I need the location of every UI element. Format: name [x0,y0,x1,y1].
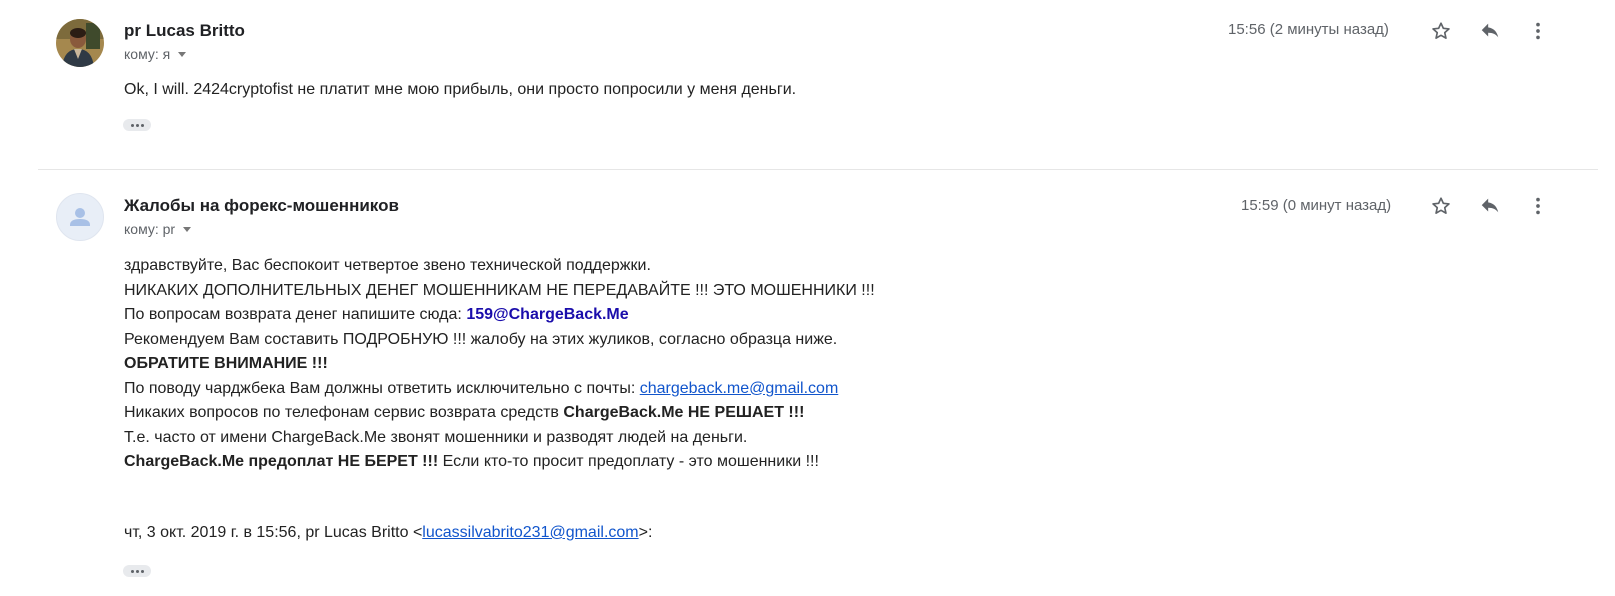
ellipsis-dot [140,123,144,127]
phone-bold-text: ChargeBack.Me НЕ РЕШАЕТ !!! [563,404,805,421]
body-line-greeting: здравствуйте, Вас беспокоит четвертое зв… [124,257,651,274]
contact-email[interactable]: 159@ChargeBack.Me [466,306,628,323]
ellipsis-dot [140,569,144,573]
message-2: Жалобы на форекс-мошенников кому: pr 15:… [0,171,1615,596]
chevron-down-icon[interactable] [178,51,187,57]
star-button[interactable] [1427,192,1455,220]
body-line-attention: ОБРАТИТЕ ВНИМАНИЕ !!! [124,355,328,372]
official-email-link[interactable]: chargeback.me@gmail.com [640,380,839,397]
chevron-down-icon[interactable] [183,226,192,232]
show-trimmed-content-button[interactable] [123,565,151,577]
message-body: Ok, I will. 2424cryptofist не платит мне… [124,78,796,103]
quoted-message-header: чт, 3 окт. 2019 г. в 15:56, pr Lucas Bri… [124,524,652,542]
recipient-details[interactable]: кому: pr [124,221,192,237]
body-line-recommendation: Рекомендуем Вам составить ПОДРОБНУЮ !!! … [124,330,838,348]
sender-name[interactable]: Жалобы на форекс-мошенников [124,196,399,216]
reply-button[interactable] [1476,192,1504,220]
star-button[interactable] [1427,17,1455,45]
message-1: pr Lucas Britto кому: я 15:56 (2 минуты … [0,0,1615,170]
more-options-button[interactable] [1524,17,1552,45]
recipient-details[interactable]: кому: я [124,46,187,62]
more-vert-icon [1536,22,1540,40]
sender-name[interactable]: pr Lucas Britto [124,21,245,41]
recipient-label: кому: я [124,46,171,62]
ellipsis-dot [130,569,134,573]
message-body-line: Ok, I will. 2424cryptofist не платит мне… [124,81,797,98]
prepayment-text: Если кто-то просит предоплату - это моше… [438,453,819,470]
avatar-photo [56,19,104,67]
sender-avatar[interactable] [56,193,104,241]
body-line-warning: НИКАКИХ ДОПОЛНИТЕЛЬНЫХ ДЕНЕГ МОШЕННИКАМ … [124,281,875,299]
person-silhouette-icon [70,208,90,226]
message-body: здравствуйте, Вас беспокоит четвертое зв… [124,254,875,475]
message-time: 15:56 (2 минуты назад) [1228,21,1389,38]
ellipsis-dot [130,123,134,127]
quote-suffix: >: [638,524,653,541]
reply-button[interactable] [1476,17,1504,45]
star-outline-icon [1432,22,1450,39]
more-options-button[interactable] [1524,192,1552,220]
phone-text: Никаких вопросов по телефонам сервис воз… [124,404,564,421]
reply-arrow-icon [1481,198,1499,213]
contact-text: По вопросам возврата денег напишите сюда… [124,306,467,323]
recipient-label: кому: pr [124,221,176,237]
body-line-contact: По вопросам возврата денег напишите сюда… [124,303,875,328]
star-outline-icon [1432,197,1450,214]
reply-arrow-icon [1481,23,1499,38]
message-time: 15:59 (0 минут назад) [1241,197,1392,214]
sender-avatar[interactable] [56,19,104,67]
ellipsis-dot [135,123,139,127]
message-divider [38,169,1598,170]
prepayment-bold-text: ChargeBack.Me предоплат НЕ БЕРЕТ !!! [124,453,439,470]
body-line-prepayment: ChargeBack.Me предоплат НЕ БЕРЕТ !!! Есл… [124,450,875,475]
show-trimmed-content-button[interactable] [123,119,151,131]
quote-prefix: чт, 3 окт. 2019 г. в 15:56, pr Lucas Bri… [124,524,423,541]
body-line-phone: Никаких вопросов по телефонам сервис воз… [124,401,875,426]
body-line-scam-calls: Т.е. часто от имени ChargeBack.Me звонят… [124,428,748,446]
quote-email-link[interactable]: lucassilvabrito231@gmail.com [422,524,638,541]
body-line-official-email: По поводу чарджбека Вам должны ответить … [124,377,875,402]
ellipsis-dot [135,569,139,573]
official-email-text: По поводу чарджбека Вам должны ответить … [124,379,640,397]
more-vert-icon [1536,197,1540,215]
